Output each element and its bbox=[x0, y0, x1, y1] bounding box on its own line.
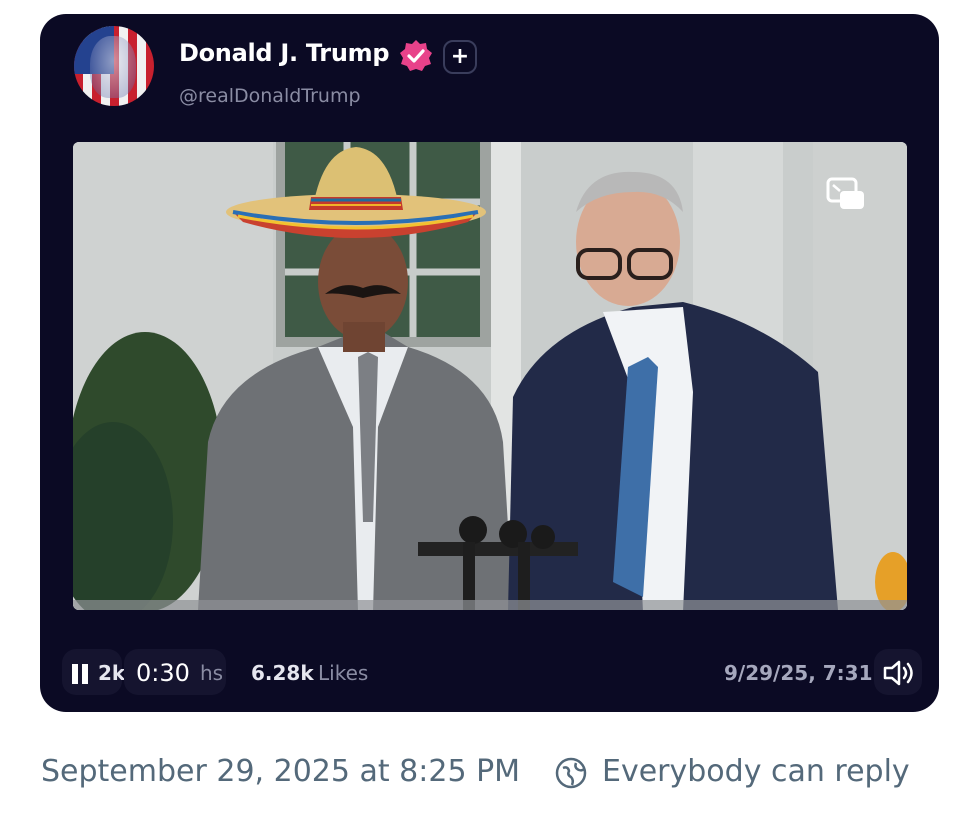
avatar[interactable] bbox=[74, 26, 154, 106]
pip-icon[interactable] bbox=[826, 177, 866, 211]
video-player[interactable] bbox=[73, 142, 907, 610]
globe-reply-icon bbox=[555, 757, 587, 789]
post-card[interactable]: Donald J. Trump + @realDonaldTrump 2k 0:… bbox=[40, 14, 939, 712]
post-timestamp: September 29, 2025 at 8:25 PM bbox=[41, 754, 521, 789]
author-handle[interactable]: @realDonaldTrump bbox=[179, 85, 361, 107]
views-count: 2k bbox=[98, 661, 126, 685]
video-stats-bar: 2k 0:30 hs 6.28k Likes 9/29/25, 7:31 P bbox=[40, 649, 939, 695]
video-time: 0:30 bbox=[136, 659, 190, 687]
verified-badge-icon bbox=[400, 40, 432, 71]
reply-setting[interactable]: Everybody can reply bbox=[602, 754, 910, 789]
video-frame bbox=[73, 142, 907, 610]
pause-icon[interactable] bbox=[70, 662, 92, 686]
views-label-tail: hs bbox=[200, 661, 224, 685]
author-name[interactable]: Donald J. Trump bbox=[179, 39, 390, 67]
likes-label: Likes bbox=[318, 661, 369, 685]
follow-plus-button[interactable]: + bbox=[443, 40, 477, 74]
video-date: 9/29/25, 7:31 P bbox=[724, 661, 895, 685]
likes-count: 6.28k bbox=[251, 661, 314, 685]
volume-icon[interactable] bbox=[882, 658, 916, 688]
